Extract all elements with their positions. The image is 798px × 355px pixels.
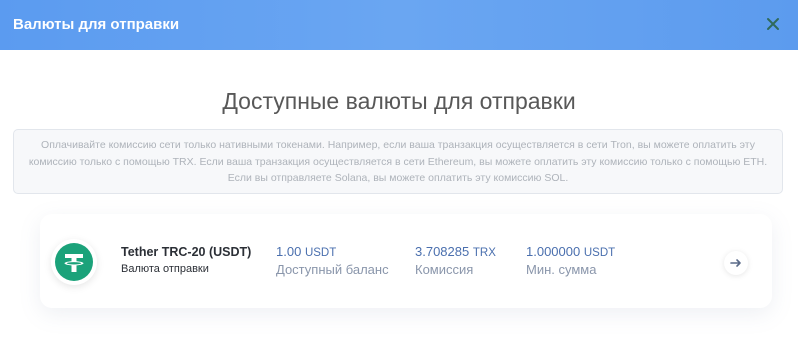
balance-value: 1.00 USDT — [276, 244, 336, 259]
min-amount-label: Мин. сумма — [526, 262, 597, 277]
dialog-title: Валюты для отправки — [13, 16, 180, 33]
balance-amount: 1.00 — [276, 244, 302, 259]
balance-unit: USDT — [304, 247, 337, 259]
currency-subtitle: Валюта отправки — [121, 263, 209, 275]
balance-label: Доступный баланс — [276, 262, 389, 277]
page-title: Доступные валюты для отправки — [222, 88, 576, 114]
fee-label: Комиссия — [415, 262, 474, 277]
close-icon[interactable] — [764, 15, 782, 33]
fee-value: 3.708285 TRX — [415, 244, 496, 259]
min-amount-value: 1.000000 USDT — [526, 244, 615, 259]
fee-unit: TRX — [472, 247, 496, 259]
tether-icon — [51, 239, 97, 285]
fee-notice: Оплачивайте комиссию сети только нативны… — [13, 129, 783, 194]
min-amount-unit: USDT — [583, 247, 616, 259]
min-amount: 1.000000 — [526, 244, 581, 259]
select-currency-button[interactable] — [724, 251, 748, 275]
currency-card[interactable]: Tether TRC-20 (USDT) Валюта отправки 1.0… — [40, 214, 772, 308]
close-button[interactable] — [764, 15, 782, 33]
fee-amount: 3.708285 — [415, 244, 470, 259]
dialog-header: Валюты для отправки — [0, 0, 798, 50]
arrow-right-icon[interactable] — [729, 256, 743, 270]
currency-name: Tether TRC-20 (USDT) — [121, 245, 252, 259]
